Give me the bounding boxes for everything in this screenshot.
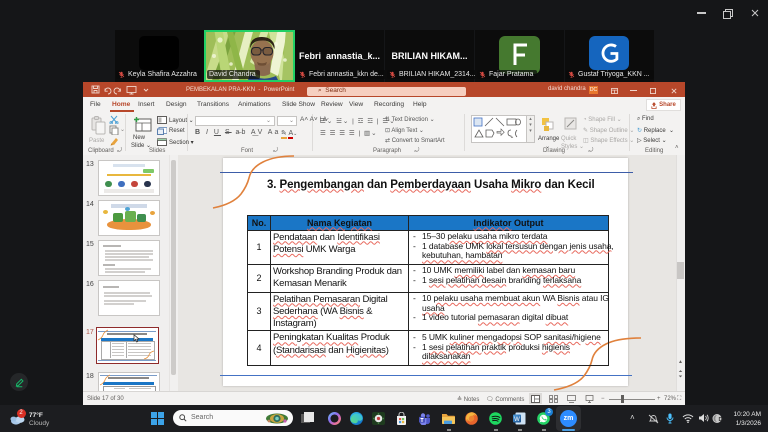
svg-text:D: D: [719, 417, 723, 423]
svg-text:W: W: [514, 417, 520, 423]
